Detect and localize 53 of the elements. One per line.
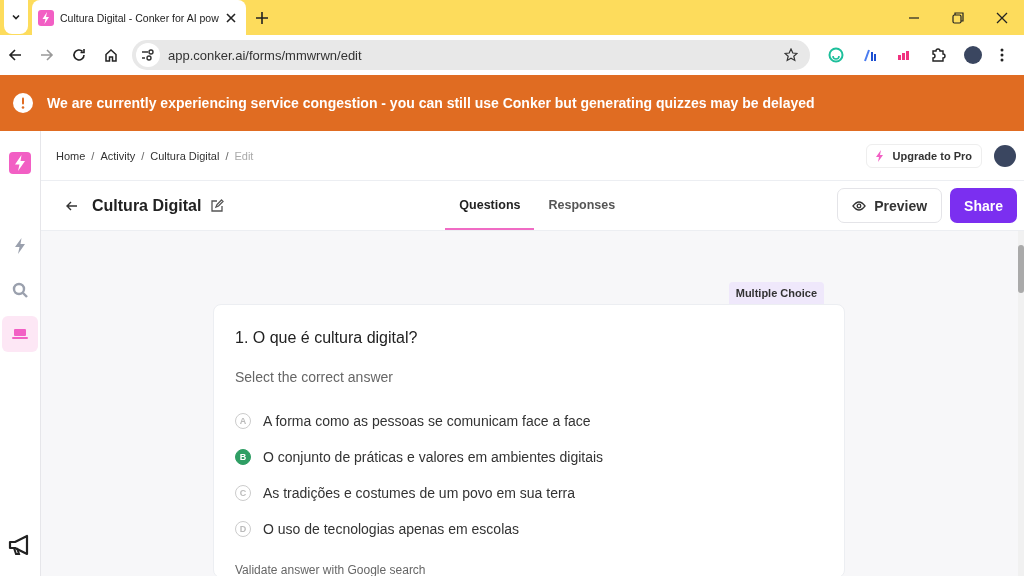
back-arrow-icon[interactable] (66, 200, 78, 211)
chevron-down-icon (11, 12, 21, 22)
option-letter: B (235, 449, 251, 465)
bolt-icon (13, 238, 27, 254)
question-instruction: Select the correct answer (235, 369, 394, 385)
browser-tab[interactable]: Cultura Digital - Conker for AI pow (32, 0, 246, 35)
answer-option: A forma como as pessoas se comunicam face a face (263, 413, 591, 429)
close-icon[interactable] (996, 11, 1008, 24)
breadcrumb-separator: / (141, 149, 145, 162)
reload-icon[interactable] (72, 48, 86, 62)
banner-message: We are currently experiencing service congestion - you can still use Conker but generating quizzes may be delayed (47, 95, 815, 111)
bolt-logo-icon[interactable] (9, 152, 31, 174)
alert-icon (13, 93, 33, 113)
laptop-icon (12, 328, 28, 340)
edit-icon[interactable] (210, 198, 225, 213)
bar-chart-extension-icon[interactable] (862, 47, 878, 63)
share-button[interactable]: Share (950, 188, 1017, 223)
url-text: app.conker.ai/forms/mmwrwn/edit (168, 47, 362, 63)
back-arrow-icon[interactable] (8, 48, 22, 62)
star-icon[interactable] (784, 48, 798, 62)
home-icon[interactable] (104, 48, 118, 62)
restore-icon[interactable] (952, 11, 964, 24)
answer-option: O uso de tecnologias apenas em escolas (263, 521, 520, 537)
address-bar[interactable]: app.conker.ai/forms/mmwrwn/edit (132, 40, 810, 70)
bolt-icon (875, 149, 884, 162)
breadcrumb-separator: / (225, 149, 229, 162)
plus-icon[interactable] (256, 11, 268, 24)
tab[interactable]: Responses (534, 181, 630, 230)
breadcrumb-link[interactable]: Home (56, 149, 86, 162)
form-title: Cultura Digital (92, 196, 202, 215)
validate-option-label: Validate answer with Google search (235, 563, 427, 576)
user-avatar[interactable] (994, 144, 1016, 167)
profile-avatar[interactable] (964, 46, 982, 64)
puzzle-icon[interactable] (930, 47, 946, 63)
breadcrumb-link[interactable]: Activity (100, 149, 136, 162)
close-icon[interactable] (226, 12, 236, 23)
scrollbar[interactable] (1018, 231, 1024, 576)
menu-icon[interactable] (1000, 48, 1004, 62)
forward-arrow-icon[interactable] (40, 48, 54, 62)
sidebar-item[interactable] (2, 316, 38, 352)
answer-option: O conjunto de práticas e valores em ambientes digitais (263, 449, 604, 465)
tab-title: Cultura Digital - Conker for AI pow (60, 11, 220, 24)
preview-button[interactable]: Preview (837, 188, 943, 223)
eye-icon (852, 200, 867, 211)
question-title: 1. O que é cultura digital? (235, 329, 419, 347)
question-type-tag: Multiple Choice (728, 282, 824, 304)
bolt-icon (38, 9, 54, 26)
answer-option: As tradições e costumes de um povo em sua terra (263, 485, 576, 501)
breadcrumb-separator: / (91, 149, 95, 162)
site-settings-icon[interactable] (136, 43, 160, 67)
upgrade-button[interactable]: Upgrade to Pro (865, 143, 982, 168)
search-icon (12, 282, 28, 298)
breadcrumb-link[interactable]: Cultura Digital (150, 149, 220, 162)
